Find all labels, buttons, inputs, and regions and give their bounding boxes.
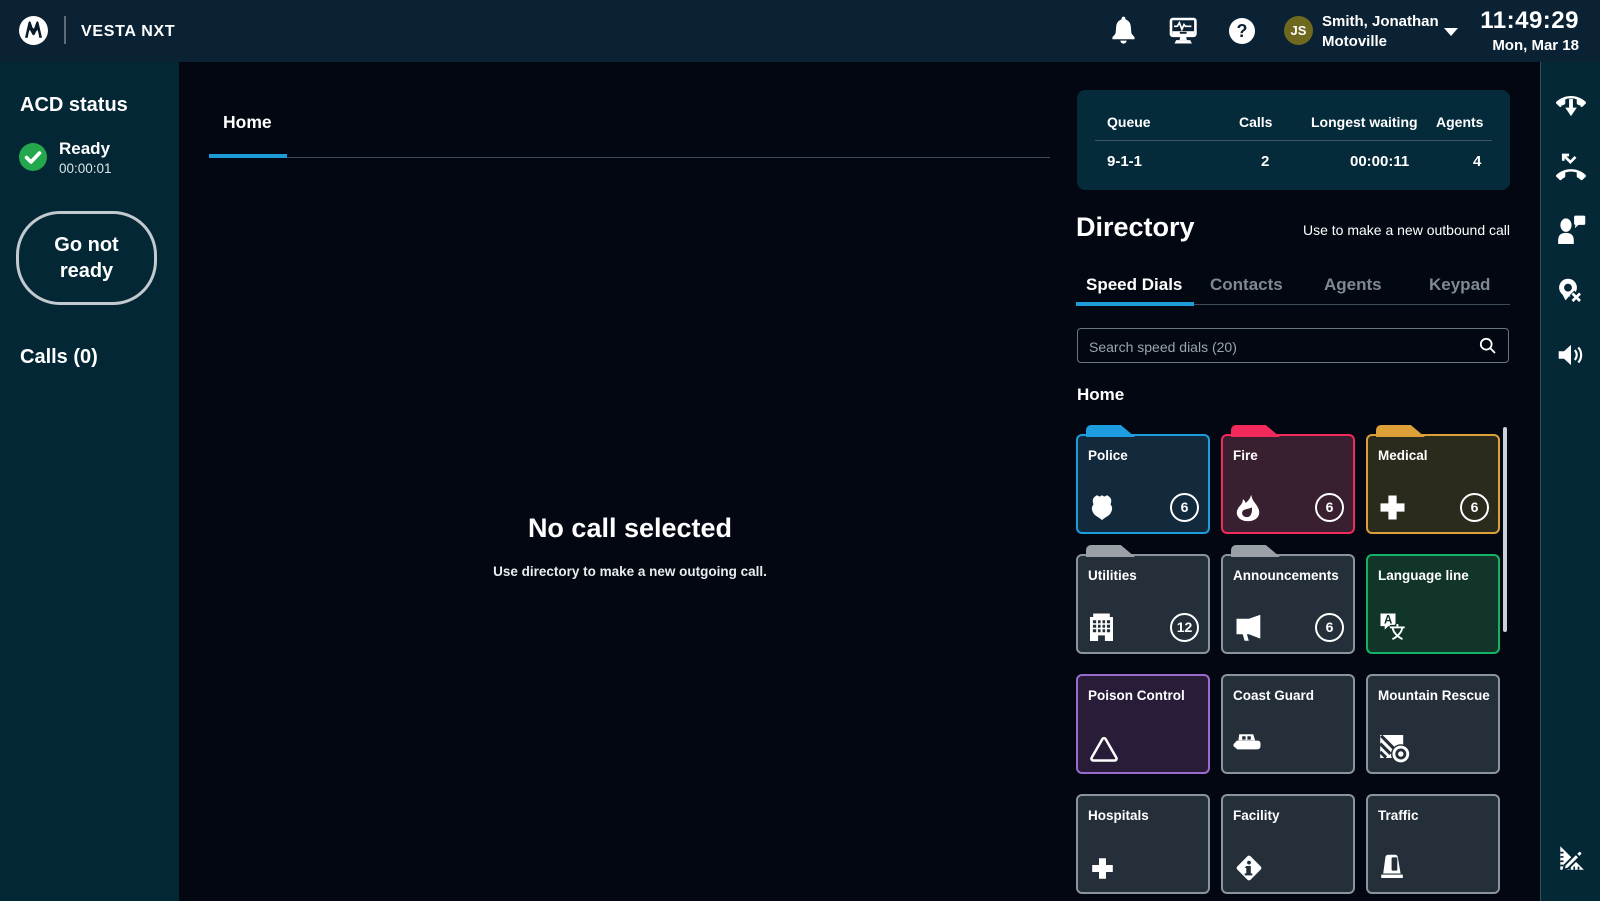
svg-text:A: A (1384, 615, 1392, 627)
